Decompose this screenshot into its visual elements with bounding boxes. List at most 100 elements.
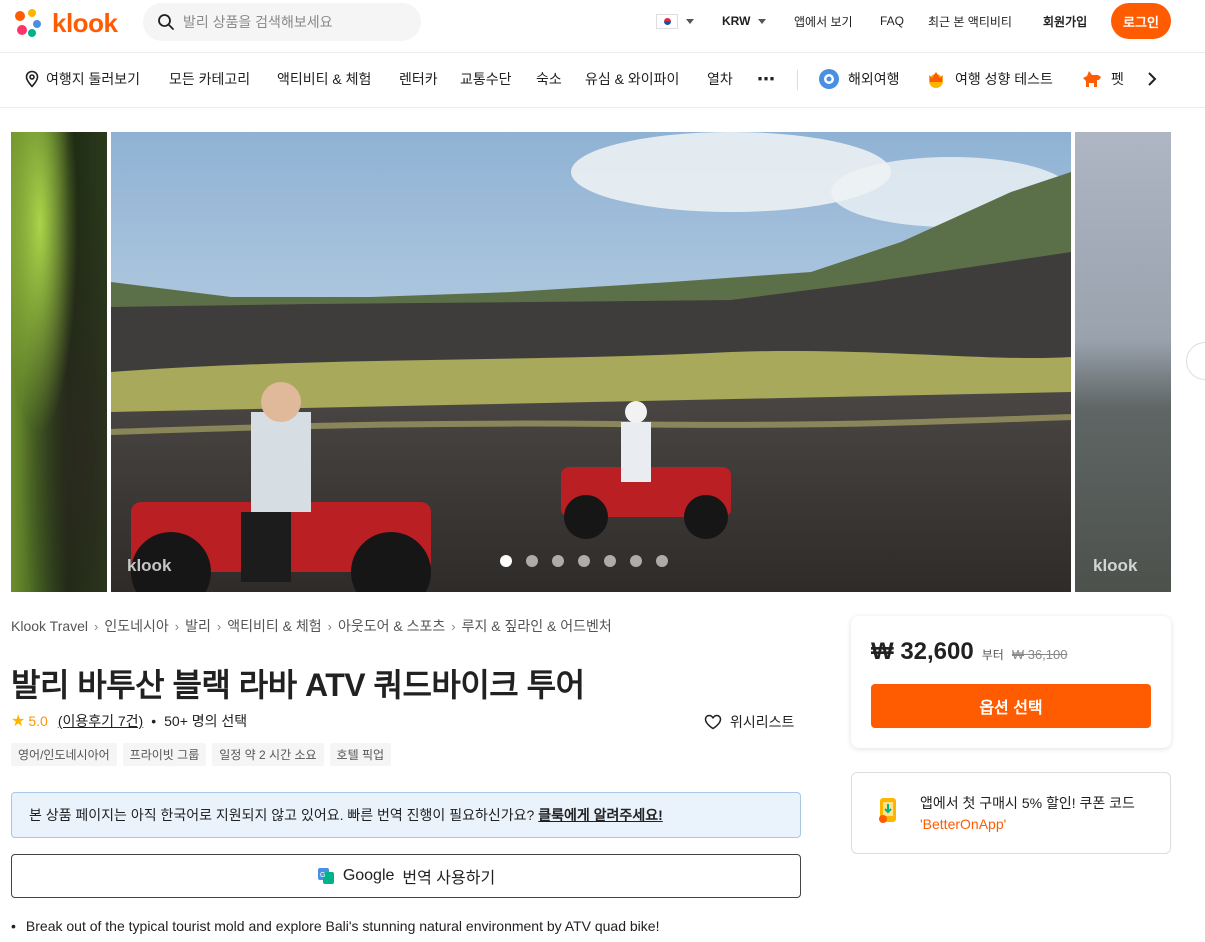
nav-item-sim-wifi[interactable]: 유심 & 와이파이 — [585, 53, 679, 105]
chevron-right-icon: › — [174, 618, 180, 634]
tag: 일정 약 2 시간 소요 — [212, 743, 324, 766]
gallery-pagination — [500, 555, 668, 567]
price-row: ₩ 32,600 부터 ₩ 36,100 — [871, 638, 1067, 666]
breadcrumb-item[interactable]: 아웃도어 & 스포츠 — [338, 616, 445, 636]
nav-item-activities[interactable]: 액티비티 & 체험 — [277, 53, 371, 105]
booked-count: 50+ 명의 선택 — [164, 713, 248, 729]
crown-icon — [929, 72, 943, 88]
pagination-dot[interactable] — [500, 555, 512, 567]
translate-label: 번역 사용하기 — [402, 870, 496, 887]
notice-link[interactable]: 클룩에게 알려주세요! — [538, 805, 662, 825]
notice-text: 본 상품 페이지는 아직 한국어로 지원되지 않고 있어요. 빠른 번역 진행이… — [29, 807, 535, 823]
nav-label: 해외여행 — [848, 71, 900, 87]
current-price: ₩ 32,600 — [871, 638, 974, 665]
wishlist-label: 위시리스트 — [730, 714, 795, 730]
category-nav: 여행지 둘러보기 모든 카테고리 액티비티 & 체험 렌터카 교통수단 숙소 유… — [0, 53, 1205, 108]
search-bar[interactable] — [143, 3, 421, 41]
pagination-dot[interactable] — [656, 555, 668, 567]
tag-list: 영어/인도네시아어 프라이빗 그룹 일정 약 2 시간 소요 호텔 픽업 — [11, 743, 392, 766]
booking-card: ₩ 32,600 부터 ₩ 36,100 옵션 선택 — [851, 616, 1171, 748]
price-from-label: 부터 — [981, 648, 1004, 662]
watermark-text: klook — [1093, 556, 1138, 575]
nav-label: 여행지 둘러보기 — [46, 71, 141, 87]
page-title: 발리 바투산 블랙 라바 ATV 쿼드바이크 투어 — [11, 667, 585, 703]
heart-icon — [704, 714, 722, 730]
nav-item-travel-test[interactable]: 여행 성향 테스트 — [926, 53, 1053, 105]
gallery-prev-image[interactable] — [11, 132, 107, 592]
language-selector[interactable] — [656, 0, 694, 42]
nav-item-stays[interactable]: 숙소 — [536, 53, 562, 105]
app-promo-label: 앱에서 첫 구매시 5% 할인! 쿠폰 코드 — [920, 795, 1135, 811]
nav-more-button[interactable]: ⋯ — [757, 53, 775, 105]
pagination-dot[interactable] — [630, 555, 642, 567]
pagination-dot[interactable] — [526, 555, 538, 567]
gallery-main-image[interactable]: klook — [111, 132, 1071, 592]
nav-item-pet[interactable]: 펫 — [1081, 53, 1124, 105]
tag: 영어/인도네시아어 — [11, 743, 117, 766]
bullet-dot: • — [11, 918, 16, 934]
top-header: klook KRW 앱에서 보기 FAQ 최근 본 액티비티 회원가입 로그인 — [0, 0, 1205, 53]
signup-link[interactable]: 회원가입 — [1043, 0, 1087, 42]
atv-tour-photo — [111, 132, 1071, 592]
app-download-icon — [879, 798, 896, 823]
nav-item-all-categories[interactable]: 모든 카테고리 — [169, 53, 250, 105]
nav-label: 펫 — [1111, 71, 1124, 87]
pagination-dot[interactable] — [604, 555, 616, 567]
app-link[interactable]: 앱에서 보기 — [794, 0, 853, 42]
google-translate-button[interactable]: G Google 번역 사용하기 — [11, 854, 801, 898]
breadcrumb-item[interactable]: 루지 & 짚라인 & 어드벤처 — [462, 616, 612, 636]
rating-value: 5.0 — [28, 713, 48, 729]
breadcrumb-item[interactable]: 액티비티 & 체험 — [227, 616, 321, 636]
pagination-dot[interactable] — [552, 555, 564, 567]
currency-label: KRW — [722, 14, 751, 28]
klook-logo[interactable]: klook — [10, 5, 118, 41]
watermark: klook — [127, 556, 171, 576]
nav-next-button[interactable] — [1138, 65, 1166, 93]
nav-item-destinations[interactable]: 여행지 둘러보기 — [24, 53, 140, 105]
klook-logo-icon — [15, 9, 41, 37]
recent-activities-link[interactable]: 최근 본 액티비티 — [928, 0, 1012, 42]
watermark: klook — [1093, 556, 1137, 576]
dog-icon — [1083, 71, 1101, 87]
nav-divider — [797, 70, 798, 90]
korea-flag-icon — [656, 13, 678, 29]
faq-link[interactable]: FAQ — [880, 0, 904, 42]
gallery-next-image[interactable]: klook — [1075, 132, 1171, 592]
separator-dot: • — [151, 713, 157, 729]
tag: 호텔 픽업 — [329, 743, 392, 766]
logo-text: klook — [52, 7, 118, 38]
globe-icon — [819, 69, 839, 89]
app-promo-card[interactable]: 앱에서 첫 구매시 5% 할인! 쿠폰 코드 'BetterOnApp' — [851, 772, 1171, 854]
reviews-link[interactable]: (이용후기 7건) — [58, 711, 143, 731]
google-label: Google — [342, 867, 395, 884]
chevron-right-icon: › — [327, 618, 332, 634]
highlight-item: • Break out of the typical tourist mold … — [11, 918, 659, 934]
breadcrumb-item[interactable]: 발리 — [185, 616, 211, 636]
nav-label: 여행 성향 테스트 — [955, 71, 1053, 87]
nav-item-transport[interactable]: 교통수단 — [460, 53, 512, 105]
breadcrumb-item[interactable]: 인도네시아 — [104, 616, 168, 636]
translation-notice: 본 상품 페이지는 아직 한국어로 지원되지 않고 있어요. 빠른 번역 진행이… — [11, 792, 801, 838]
chevron-right-icon: › — [451, 618, 456, 634]
chevron-right-icon — [1148, 72, 1157, 86]
search-input[interactable] — [183, 14, 403, 30]
app-promo-text: 앱에서 첫 구매시 5% 할인! 쿠폰 코드 'BetterOnApp' — [920, 793, 1135, 835]
gallery-next-button[interactable] — [1186, 342, 1205, 380]
pagination-dot[interactable] — [578, 555, 590, 567]
coupon-code: 'BetterOnApp' — [920, 816, 1007, 832]
breadcrumb-item[interactable]: Klook Travel — [11, 618, 88, 634]
highlight-text: Break out of the typical tourist mold an… — [25, 918, 660, 934]
select-option-button[interactable]: 옵션 선택 — [871, 684, 1151, 728]
nav-item-car-rental[interactable]: 렌터카 — [399, 53, 438, 105]
login-button[interactable]: 로그인 — [1111, 3, 1171, 39]
tag: 프라이빗 그룹 — [122, 743, 207, 766]
search-icon — [158, 14, 174, 30]
wishlist-button[interactable]: 위시리스트 — [704, 712, 794, 732]
nav-item-overseas[interactable]: 해외여행 — [818, 53, 900, 105]
watermark-text: klook — [127, 556, 172, 575]
currency-selector[interactable]: KRW — [722, 0, 767, 42]
nav-item-trains[interactable]: 열차 — [707, 53, 733, 105]
svg-text:G: G — [320, 872, 325, 879]
location-pin-icon — [25, 70, 39, 88]
chevron-down-icon — [758, 18, 767, 24]
